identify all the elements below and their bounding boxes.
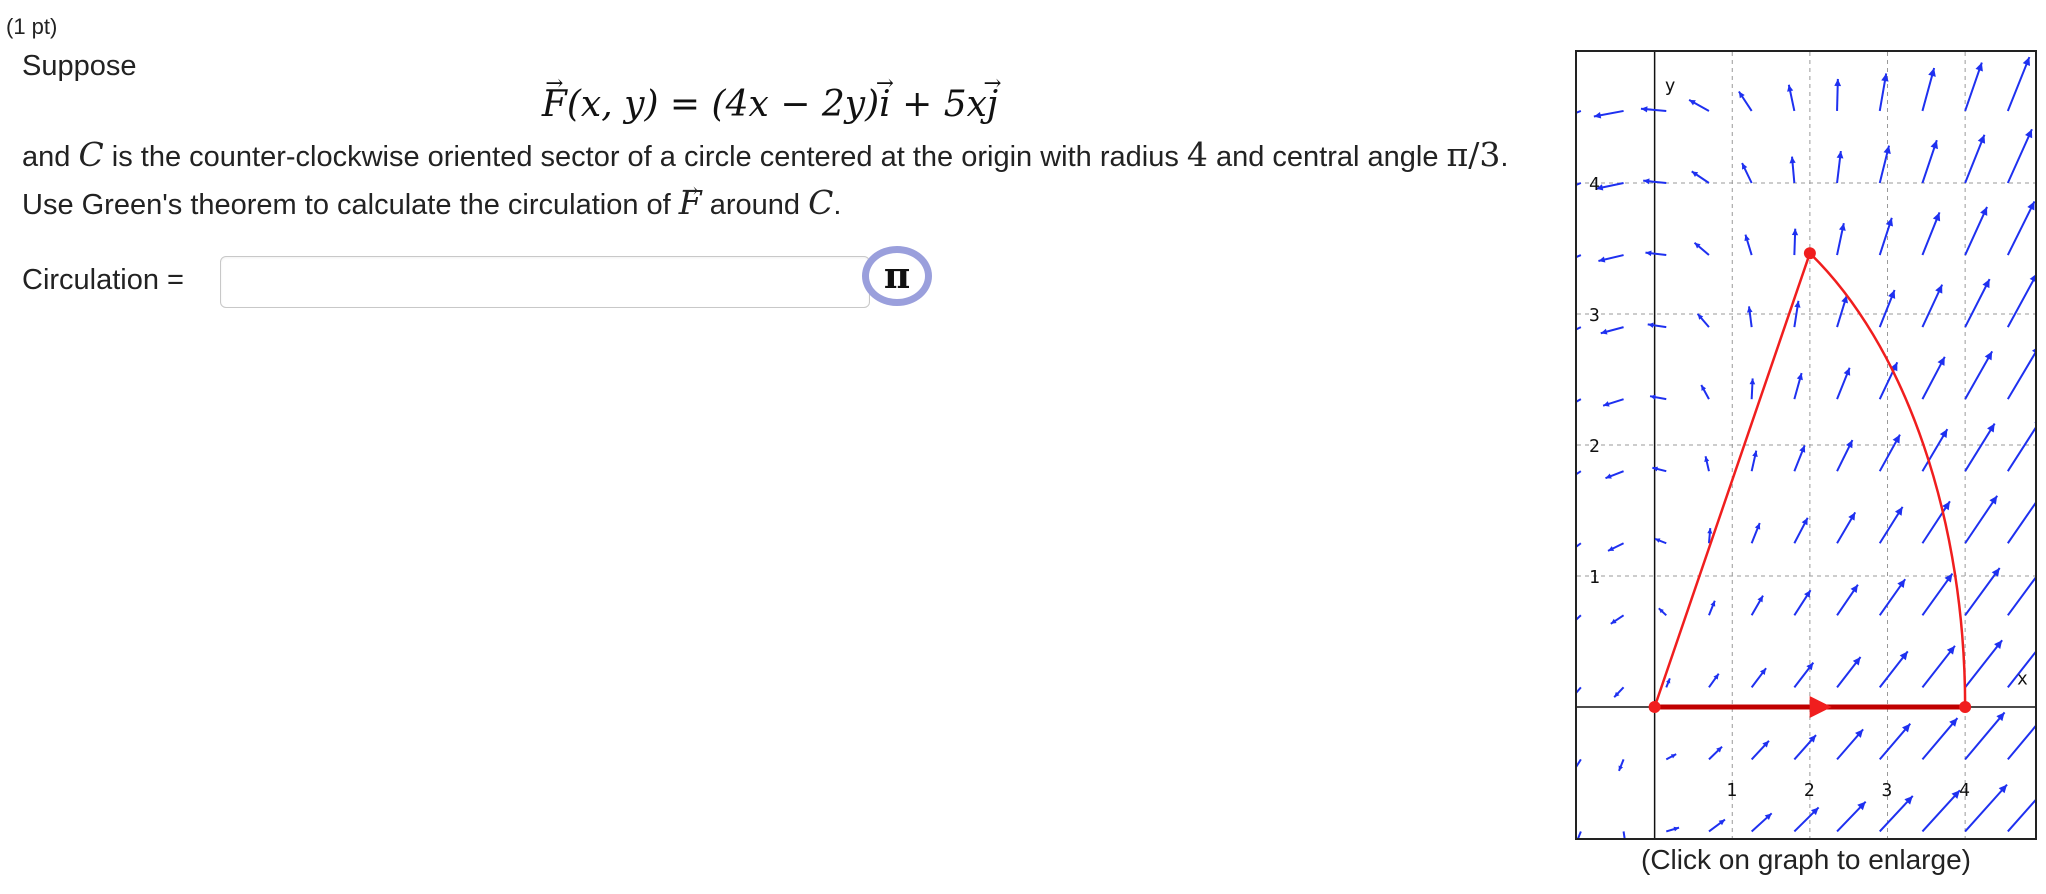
field-vector: [2006, 275, 2035, 328]
field-vector-arrowhead: [1787, 84, 1794, 92]
curve-symbol: C: [78, 135, 104, 174]
field-vector: [2006, 56, 2031, 112]
graph-svg: 1 2 3 4 1 2 3 4 x y: [1577, 52, 2035, 838]
field-vector: [1577, 398, 1582, 403]
field-vector: [2006, 128, 2033, 184]
j-unit-vector: j: [987, 84, 998, 125]
x-axis-label: x: [2017, 669, 2028, 690]
y-tick-label: 2: [1589, 436, 1600, 457]
field-vector: [1577, 542, 1582, 548]
field-vector-arrowhead: [1603, 401, 1610, 407]
field-vector-arrowhead: [1749, 378, 1756, 385]
statement-text: .: [833, 189, 842, 221]
sector-vertex: [1648, 701, 1661, 713]
i-unit-vector: i: [879, 84, 891, 125]
field-vector: [2007, 502, 2035, 544]
field-vector: [1964, 711, 2006, 761]
formula-i-coefficient: (4x − 2y): [711, 84, 880, 125]
field-vector-arrowhead: [1640, 106, 1648, 113]
statement-text: and: [22, 141, 79, 173]
field-vector: [1622, 831, 1626, 838]
field-vector: [1964, 783, 2008, 833]
angle-value: π/3: [1446, 135, 1501, 174]
field-vector: [1577, 614, 1582, 621]
statement-text: around: [701, 189, 809, 221]
field-vector-arrowhead: [1707, 528, 1713, 534]
field-vector: [1964, 567, 2001, 616]
field-vector: [1921, 789, 1961, 833]
x-tick-label: 4: [1959, 780, 1970, 801]
field-vector-arrowhead: [1897, 579, 1906, 589]
field-vector: [1577, 758, 1582, 768]
field-vector-arrowhead: [2034, 422, 2035, 424]
field-vector: [1964, 495, 1999, 544]
y-tick-label: 4: [1589, 174, 1600, 195]
circulation-answer-input[interactable]: [220, 256, 870, 308]
field-vector: [1964, 639, 2003, 688]
field-vector: [1577, 182, 1582, 186]
y-tick-label: 1: [1589, 567, 1600, 588]
vector-field-graph[interactable]: 1 2 3 4 1 2 3 4 x y: [1575, 50, 2037, 840]
x-tick-label: 2: [1804, 780, 1815, 801]
radius-value: 4: [1186, 135, 1208, 174]
problem-statement: and C is the counter-clockwise oriented …: [22, 132, 1542, 228]
x-tick-label: 1: [1726, 780, 1737, 801]
pi-symbol-button[interactable]: π: [862, 246, 932, 306]
field-vector: [1577, 470, 1582, 475]
intro-text: Suppose: [22, 50, 137, 82]
sector-vertex: [1959, 701, 1972, 713]
circulation-label: Circulation =: [22, 264, 184, 296]
curve-symbol: C: [808, 183, 834, 222]
field-vector-arrowhead: [1789, 156, 1796, 164]
field-vector-arrowhead: [1930, 140, 1938, 150]
points-label: (1 pt): [6, 14, 58, 39]
field-vector-arrowhead: [1838, 223, 1846, 231]
field-vector: [2007, 576, 2035, 616]
field-vector: [2006, 200, 2035, 256]
field-vector-arrowhead: [1593, 111, 1602, 119]
field-vector: [1964, 423, 1996, 472]
sector-vertex: [1803, 247, 1816, 260]
field-vector: [1921, 717, 1959, 761]
field-vector-arrowhead: [1791, 228, 1799, 236]
statement-text: and central angle: [1207, 141, 1447, 173]
x-tick-label: 3: [1882, 780, 1893, 801]
field-vector-arrowhead: [1975, 62, 1983, 72]
direction-arrow: [1809, 696, 1832, 718]
field-vector: [2006, 351, 2035, 400]
field-vector-arrowhead: [1944, 573, 1953, 583]
F-vector-symbol: F: [679, 180, 702, 226]
field-vector: [1577, 686, 1582, 694]
graph-caption: (Click on graph to enlarge): [1641, 844, 1971, 875]
field-vector: [1964, 350, 1994, 400]
field-vector-arrowhead: [1885, 217, 1893, 227]
vector-field-formula: F(x, y) = (4x − 2y)i + 5xj: [0, 84, 1540, 125]
field-vector-arrowhead: [1989, 495, 1998, 505]
field-vector: [1577, 254, 1582, 258]
y-tick-label: 3: [1589, 305, 1600, 326]
field-vector: [1577, 326, 1582, 331]
statement-text: is the counter-clockwise oriented sector…: [103, 141, 1187, 173]
F-vector-symbol: F: [542, 84, 567, 125]
field-vector: [1577, 831, 1582, 838]
formula-args: (x, y) =: [566, 84, 712, 125]
field-vector: [2007, 799, 2035, 833]
y-axis-label: y: [1665, 75, 1676, 96]
field-vector: [2007, 725, 2035, 761]
field-vector: [1577, 110, 1582, 114]
formula-j-coefficient: + 5x: [890, 84, 987, 125]
field-vector-arrowhead: [1834, 78, 1842, 87]
